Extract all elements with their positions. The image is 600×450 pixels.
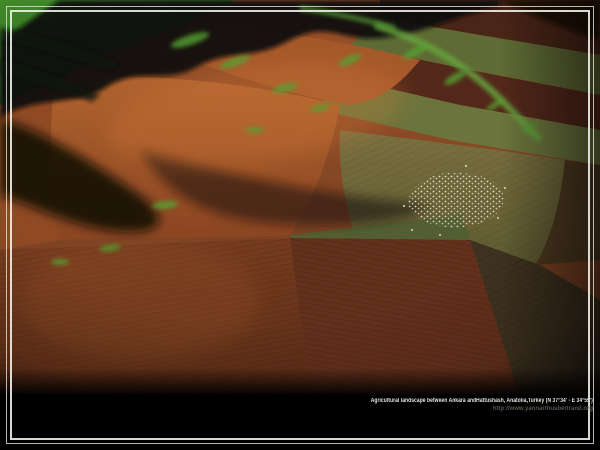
photo-area [0,0,600,397]
photo-caption: Agricultural landscape between Ankara an… [322,397,593,413]
caption-text: Agricultural landscape between Ankara an… [371,397,593,405]
caption-url: http://www.yannarthusbertrand.org [322,405,593,413]
desktop-wallpaper: Agricultural landscape between Ankara an… [0,0,600,450]
aerial-photo-illustration [0,0,600,450]
